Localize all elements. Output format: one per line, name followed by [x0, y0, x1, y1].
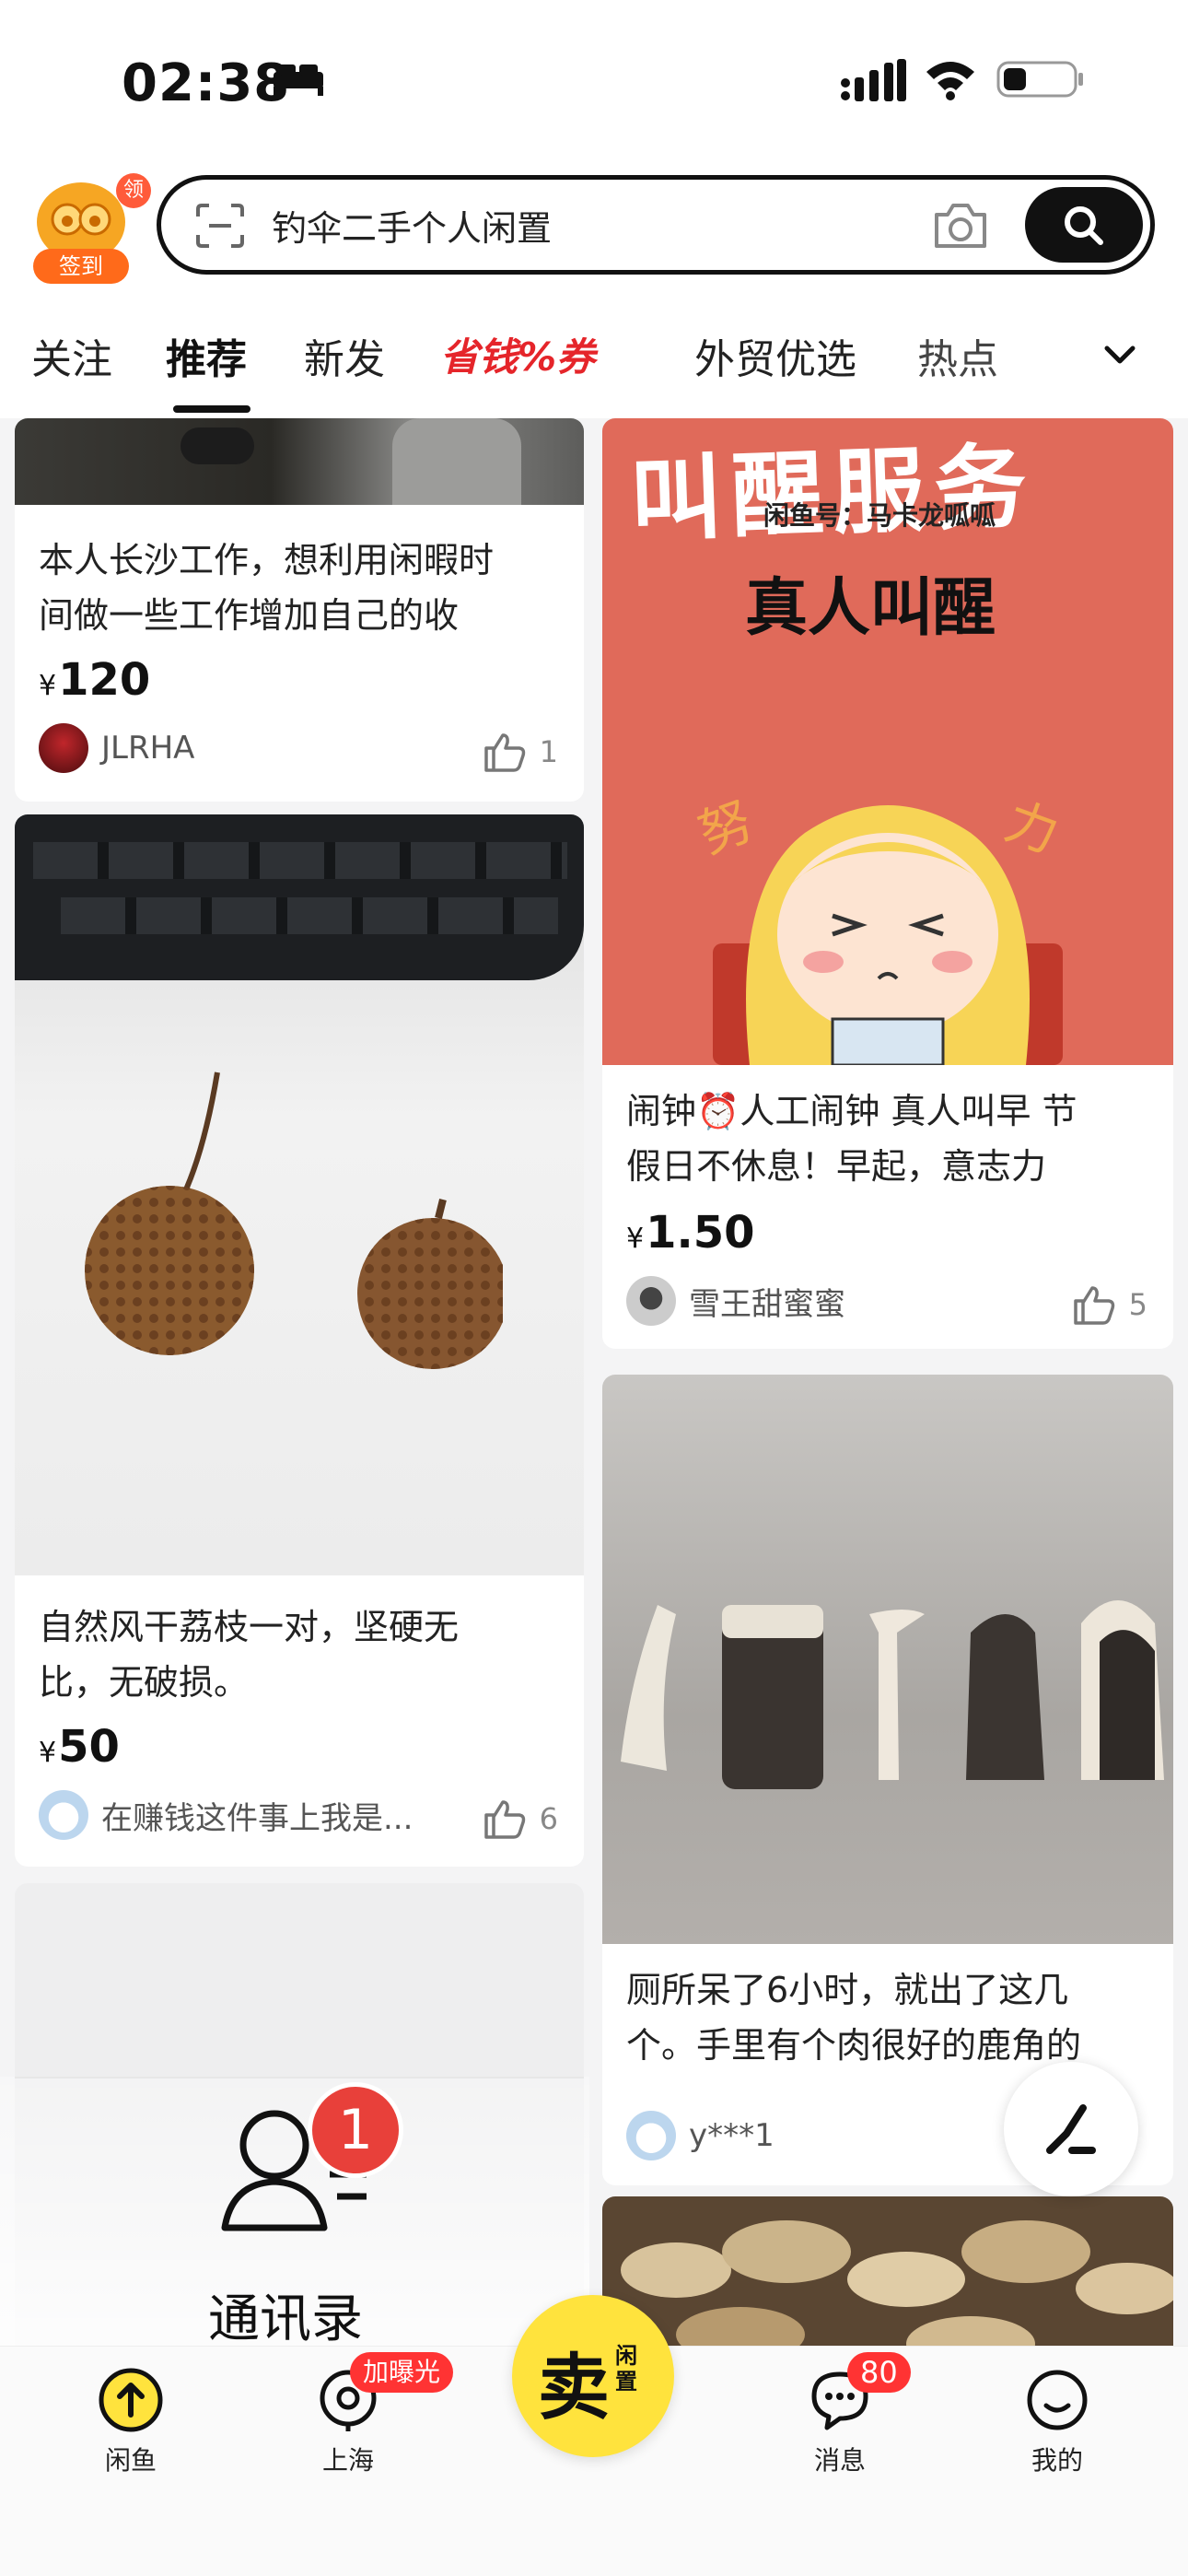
lychee-illustration — [85, 1071, 503, 1369]
product-image — [602, 1375, 1173, 1944]
seller-name: 在赚钱这件事上我是... — [101, 1799, 413, 1837]
search-input[interactable]: 钓伞二手个人闲置 — [272, 200, 552, 251]
nav-home-label: 闲鱼 — [104, 2445, 157, 2476]
product-image — [15, 814, 584, 1575]
tab-new[interactable]: 新发 — [304, 326, 385, 385]
avatar — [626, 1276, 676, 1326]
ad-headline: 叫醒服务 — [628, 432, 1038, 555]
product-card[interactable]: 本人长沙工作，想利用闲暇时 间做一些工作增加自己的收 ¥120 JLRHA 1 — [15, 418, 584, 802]
peanut-shells-image — [621, 2220, 1173, 2346]
like-button[interactable]: 6 — [483, 1798, 558, 1839]
signin-tag: 领 — [116, 173, 151, 208]
like-button[interactable]: 5 — [1072, 1284, 1147, 1325]
contacts-popup[interactable]: 1 通讯录 — [0, 2077, 589, 2346]
profile-smile-icon — [1027, 2370, 1088, 2430]
sell-sublabel: 闲置 — [615, 2343, 637, 2395]
product-card[interactable]: 叫醒服务 闲鱼号：马卡龙呱呱 真人叫醒 努 力 闹钟⏰人工闹钟 真人叫早 节 假… — [602, 418, 1173, 1349]
seller[interactable]: JLRHA — [39, 722, 194, 774]
search-bar[interactable]: 钓伞二手个人闲置 — [157, 175, 1155, 275]
product-card[interactable]: 自然风干荔枝一对，坚硬无 比，无破损。 ¥50 在赚钱这件事上我是... 6 — [15, 814, 584, 1867]
signin-label: 签到 — [33, 249, 129, 284]
header: 领 签到 钓伞二手个人闲置 — [0, 157, 1188, 291]
cellular-signal-icon — [841, 59, 906, 101]
like-button[interactable]: 1 — [483, 732, 558, 772]
tab-hot[interactable]: 热点 — [917, 326, 998, 385]
seller-name: 雪王甜蜜蜜 — [689, 1285, 845, 1323]
home-arrow-icon — [99, 2368, 163, 2432]
battery-icon — [996, 61, 1083, 98]
active-tab-indicator — [173, 405, 250, 413]
status-bar: 02:38 — [0, 0, 1188, 157]
thumbs-up-icon — [483, 733, 525, 772]
signin-button[interactable]: 领 签到 — [33, 173, 151, 284]
avatar — [39, 723, 88, 773]
keyboard-photo — [15, 814, 584, 980]
seller[interactable]: 在赚钱这件事上我是... — [39, 1789, 413, 1841]
product-title: 自然风干荔枝一对，坚硬无 比，无破损。 — [39, 1607, 460, 1703]
like-count: 1 — [539, 734, 558, 769]
seller-name: JLRHA — [101, 730, 195, 767]
chevron-down-icon[interactable] — [1101, 341, 1138, 370]
thumbs-up-icon — [1073, 1286, 1114, 1325]
ad-subtitle: 闲鱼号：马卡龙呱呱 — [763, 500, 996, 531]
product-title: 闹钟⏰人工闹钟 真人叫早 节 假日不休息！早起，意志力 — [626, 1091, 1077, 1187]
nav-home[interactable]: 闲鱼 — [76, 2367, 186, 2477]
sell-button[interactable]: 卖 闲置 — [512, 2295, 674, 2457]
sell-label: 卖 — [538, 2347, 611, 2430]
status-time: 02:38 — [122, 53, 291, 113]
search-button[interactable] — [1025, 187, 1143, 263]
messages-count-badge: 80 — [847, 2352, 911, 2393]
nav-me-label: 我的 — [1031, 2445, 1083, 2476]
city-promo-badge: 加曝光 — [350, 2352, 454, 2393]
thumbs-up-icon — [483, 1800, 525, 1839]
cartoon-girl-illustration — [713, 805, 1063, 1065]
camera-icon[interactable] — [931, 198, 990, 253]
like-count: 6 — [539, 1801, 558, 1836]
post-floating-button[interactable] — [1004, 2062, 1138, 2196]
contacts-badge: 1 — [308, 2082, 403, 2178]
tab-save-coupon[interactable]: 省钱%券 — [440, 326, 595, 382]
seller[interactable]: y***1 — [626, 2110, 775, 2161]
product-image: 叫醒服务 闲鱼号：马卡龙呱呱 真人叫醒 努 力 — [602, 418, 1173, 1065]
seller[interactable]: 雪王甜蜜蜜 — [626, 1275, 845, 1327]
scan-icon[interactable] — [196, 204, 244, 248]
seller-name: y***1 — [689, 2117, 775, 2154]
bottom-navigation: 闲鱼 上海 加曝光 卖 闲置 消息 80 我的 — [0, 2295, 1188, 2576]
nav-me[interactable]: 我的 — [1002, 2367, 1112, 2477]
wifi-icon — [926, 62, 974, 100]
tab-recommend[interactable]: 推荐 — [166, 326, 247, 385]
avatar — [626, 2111, 676, 2160]
search-icon — [1065, 206, 1103, 245]
app-screen: 02:38 领 签到 钓伞二手个人闲置 关注 推荐 新发 省钱%券 外贸优选 热… — [0, 0, 1188, 2576]
product-title: 本人长沙工作，想利用闲暇时 间做一些工作增加自己的收 — [39, 540, 495, 636]
like-count: 5 — [1128, 1287, 1147, 1322]
product-feed: 本人长沙工作，想利用闲暇时 间做一些工作增加自己的收 ¥120 JLRHA 1 — [0, 418, 1188, 2346]
product-title: 厕所呆了6小时，就出了这几 个。手里有个肉很好的鹿角的 — [626, 1970, 1082, 2066]
product-price: ¥1.50 — [626, 1207, 755, 1259]
ad-main-text: 真人叫醒 — [745, 572, 996, 645]
product-card[interactable] — [602, 2196, 1173, 2346]
nav-city-label: 上海 — [321, 2445, 374, 2476]
antler-pieces-illustration — [621, 1600, 1164, 1789]
sleep-mode-icon — [274, 64, 323, 96]
tab-foreign-trade[interactable]: 外贸优选 — [694, 326, 856, 385]
product-image — [15, 418, 584, 505]
tab-follow[interactable]: 关注 — [31, 326, 112, 385]
product-price: ¥50 — [39, 1721, 120, 1773]
pen-icon — [1046, 2104, 1096, 2154]
avatar — [39, 1790, 88, 1840]
contacts-label: 通讯录 — [208, 2289, 363, 2346]
nav-messages-label: 消息 — [813, 2445, 866, 2476]
product-price: ¥120 — [39, 654, 151, 706]
category-tabs: 关注 推荐 新发 省钱%券 外贸优选 热点 — [0, 291, 1188, 418]
